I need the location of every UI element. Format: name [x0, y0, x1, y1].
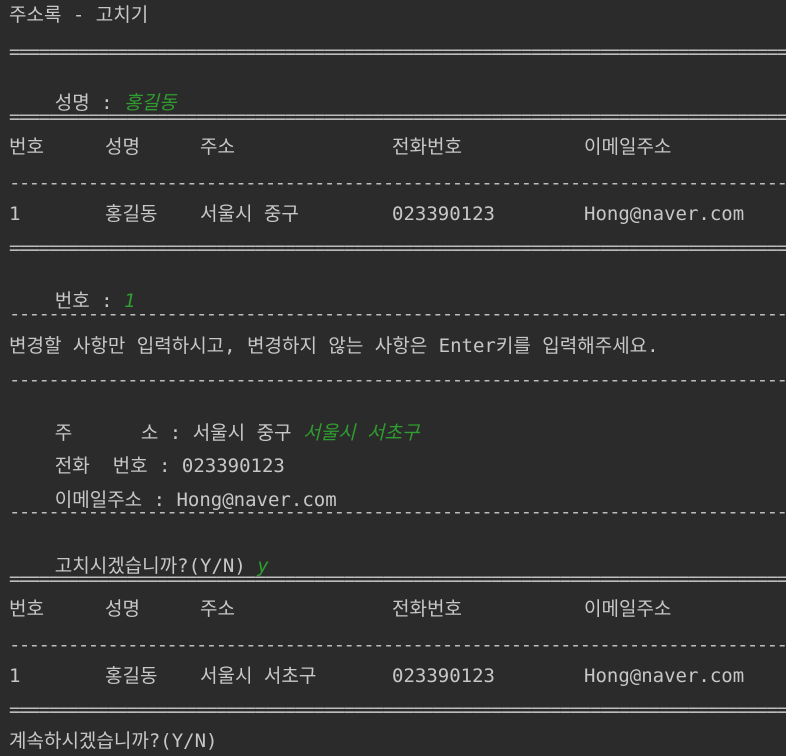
single-rule: ----------------------------------------… [9, 369, 786, 391]
double-rule: ========================================… [9, 699, 786, 721]
header-phone: 전화번호 [392, 598, 462, 620]
table-row: 1 홍길동 서울시 서초구 023390123 Hong@naver.com [9, 665, 786, 687]
email-edit-line: 이메일주소 : Hong@naver.com [9, 467, 337, 533]
single-rule: ----------------------------------------… [9, 303, 786, 325]
cell-email: Hong@naver.com [584, 665, 745, 687]
double-rule: ========================================… [9, 106, 786, 128]
cell-name: 홍길동 [105, 665, 158, 687]
address-input: 서울시 서초구 [302, 422, 420, 444]
single-rule: ----------------------------------------… [9, 172, 786, 194]
table-header: 번호 성명 주소 전화번호 이메일주소 [9, 136, 786, 158]
header-address: 주소 [200, 136, 235, 158]
cell-name: 홍길동 [105, 203, 158, 225]
header-no: 번호 [9, 598, 44, 620]
table-row: 1 홍길동 서울시 중구 023390123 Hong@naver.com [9, 203, 786, 225]
double-rule: ========================================… [9, 237, 786, 259]
header-address: 주소 [200, 598, 235, 620]
header-email: 이메일주소 [584, 598, 672, 620]
screen-title: 주소록 - 고치기 [9, 4, 149, 26]
single-rule: ----------------------------------------… [9, 634, 786, 656]
cell-phone: 023390123 [392, 665, 495, 687]
double-rule: ========================================… [9, 41, 786, 63]
cell-no: 1 [9, 665, 21, 687]
cell-no: 1 [9, 203, 21, 225]
continue-prompt: 계속하시겠습니까?(Y/N) [9, 730, 218, 752]
console-output[interactable]: 주소록 - 고치기 ==============================… [0, 0, 786, 756]
double-rule: ========================================… [9, 568, 786, 590]
header-name: 성명 [105, 598, 140, 620]
table-header: 번호 성명 주소 전화번호 이메일주소 [9, 598, 786, 620]
header-email: 이메일주소 [584, 136, 672, 158]
cell-address: 서울시 서초구 [200, 665, 317, 687]
cell-phone: 023390123 [392, 203, 495, 225]
cell-address: 서울시 중구 [200, 203, 299, 225]
instruction-text: 변경할 사항만 입력하시고, 변경하지 않는 사항은 Enter키를 입력해주세… [9, 335, 659, 357]
cell-email: Hong@naver.com [584, 203, 745, 225]
header-name: 성명 [105, 136, 140, 158]
header-no: 번호 [9, 136, 44, 158]
single-rule: ----------------------------------------… [9, 501, 786, 523]
header-phone: 전화번호 [392, 136, 462, 158]
